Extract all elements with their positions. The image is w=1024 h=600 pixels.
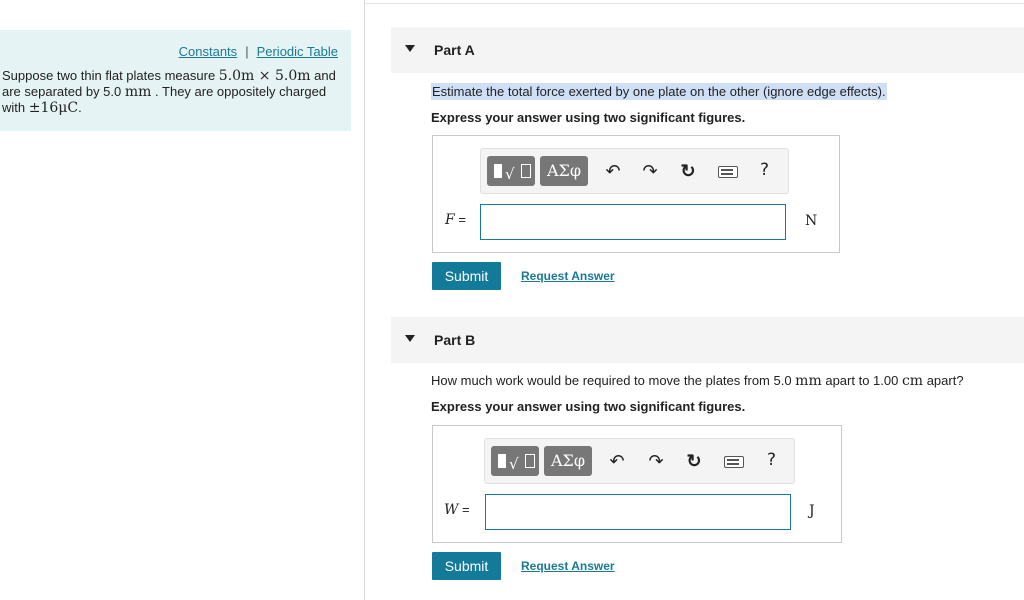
plate-dimensions: 5.0m × 5.0m (218, 68, 311, 84)
variable-label-f: F = (445, 212, 466, 228)
part-b-question-text-1: How much work would be required to move … (431, 373, 796, 388)
problem-info-panel: Constants | Periodic Table Suppose two thi… (0, 30, 351, 131)
part-a-header[interactable]: Part A (391, 27, 1024, 73)
problem-text-1: Suppose two thin flat plates measure (2, 68, 219, 83)
redo-icon[interactable]: ↷ (645, 450, 667, 472)
help-icon[interactable]: ? (767, 450, 776, 470)
equals-sign: = (454, 212, 466, 227)
column-divider (364, 0, 365, 600)
part-a-request-answer-link[interactable]: Request Answer (521, 269, 615, 283)
part-b-question-text-2: apart to 1.00 (821, 373, 902, 388)
greek-symbols-button[interactable]: ΑΣφ (544, 446, 592, 476)
part-b-question-text-3: apart? (923, 373, 964, 388)
part-b-header[interactable]: Part B (391, 317, 1024, 363)
unit-cm: cm (901, 373, 924, 389)
collapse-triangle-icon[interactable] (405, 45, 415, 52)
reset-icon[interactable]: ↻ (683, 450, 705, 472)
force-answer-input[interactable] (480, 204, 786, 240)
problem-text-4: . (78, 100, 82, 115)
part-b-instruction: Express your answer using two significan… (431, 399, 746, 414)
charge-value: ±16μC (28, 100, 79, 116)
math-toolbar: √ ΑΣφ ↶ ↷ ↻ ? (484, 438, 795, 484)
top-divider (365, 3, 1024, 4)
periodic-table-link[interactable]: Periodic Table (257, 44, 338, 59)
undo-icon[interactable]: ↶ (606, 450, 628, 472)
part-a-submit-button[interactable]: Submit (432, 262, 501, 290)
template-box-icon (525, 454, 535, 468)
undo-icon[interactable]: ↶ (602, 160, 624, 182)
redo-icon[interactable]: ↷ (639, 160, 661, 182)
keyboard-icon[interactable] (718, 166, 738, 178)
unit-mm: mm (795, 373, 822, 389)
problem-statement: Suppose two thin flat plates measure 5.0… (2, 68, 342, 116)
variable-label-w: W = (444, 502, 470, 518)
part-a-instruction: Express your answer using two significan… (431, 110, 746, 125)
part-a-title: Part A (434, 42, 475, 58)
link-separator: | (245, 44, 249, 59)
part-b-request-answer-link[interactable]: Request Answer (521, 559, 615, 573)
resource-links: Constants | Periodic Table (179, 44, 338, 59)
template-box-icon (521, 164, 531, 178)
greek-symbols-button[interactable]: ΑΣφ (540, 156, 588, 186)
work-unit: J (809, 503, 815, 519)
part-b-submit-button[interactable]: Submit (432, 552, 501, 580)
force-unit: N (805, 213, 818, 229)
template-box-icon (494, 164, 502, 178)
separation-unit: mm (124, 84, 152, 100)
work-answer-input[interactable] (485, 494, 791, 530)
templates-button[interactable]: √ (487, 156, 535, 186)
help-icon[interactable]: ? (760, 160, 769, 180)
templates-button[interactable]: √ (491, 446, 539, 476)
part-a-question: Estimate the total force exerted by one … (431, 83, 887, 100)
reset-icon[interactable]: ↻ (677, 160, 699, 182)
equals-sign: = (458, 502, 470, 517)
variable-w: W (444, 502, 459, 518)
collapse-triangle-icon[interactable] (405, 335, 415, 342)
radical-icon: √ (505, 165, 515, 183)
part-b-question: How much work would be required to move … (431, 373, 964, 389)
radical-icon: √ (509, 455, 519, 473)
part-b-answer-box: √ ΑΣφ ↶ ↷ ↻ ? W = J (432, 425, 842, 543)
template-box-icon (498, 454, 506, 468)
math-toolbar: √ ΑΣφ ↶ ↷ ↻ ? (480, 148, 789, 194)
keyboard-icon[interactable] (724, 456, 744, 468)
part-b-title: Part B (434, 332, 476, 348)
variable-f: F (445, 212, 455, 228)
constants-link[interactable]: Constants (179, 44, 238, 59)
part-a-answer-box: √ ΑΣφ ↶ ↷ ↻ ? F = N (432, 135, 840, 253)
